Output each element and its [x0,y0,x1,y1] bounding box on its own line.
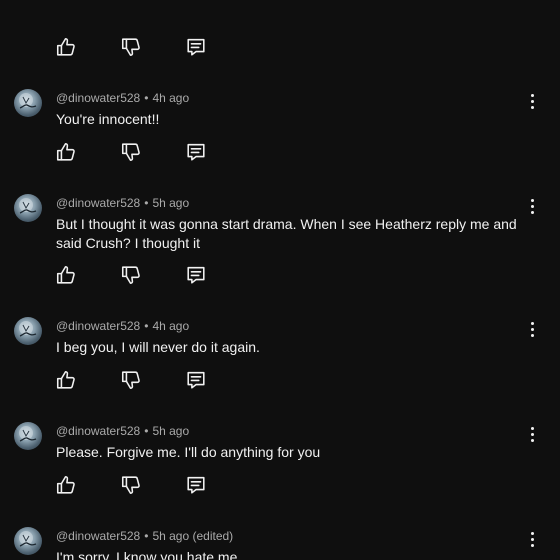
dislike-button[interactable] [119,140,143,164]
more-vert-icon [530,531,534,535]
avatar-image [19,426,37,442]
comment-text: You're innocent!! [56,111,160,127]
more-button[interactable] [524,424,540,444]
reply-button[interactable] [184,35,208,59]
comment-meta: @dinowater528 • 4h ago [56,91,189,105]
comment-text: I'm sorry. I know you hate me [56,549,238,560]
avatar[interactable] [14,527,42,555]
dislike-button[interactable] [119,368,143,392]
comment-actions [54,140,208,164]
dislike-icon [121,266,140,285]
comment-author[interactable]: @dinowater528 [56,529,140,543]
comment-time: 4h ago [152,319,190,333]
avatar[interactable] [14,89,42,117]
avatar[interactable] [14,194,42,222]
more-vert-icon [530,99,534,103]
comment-text: But I thought it was gonna start drama. … [56,216,517,251]
like-button[interactable] [54,140,78,164]
more-vert-icon [530,93,534,97]
reply-button[interactable] [184,263,208,287]
more-vert-icon [530,438,534,442]
comments-page: @dinowater528 • 4h ago You're innocent!! @… [0,0,560,560]
comment-time: 4h ago [152,91,190,105]
comment-meta: @dinowater528 • 5h ago [56,196,189,210]
reply-icon [187,38,205,56]
reply-button[interactable] [184,368,208,392]
avatar-image [19,93,37,109]
comment-meta: @dinowater528 • 5h ago (edited) [56,529,233,543]
meta-separator: • [144,91,149,105]
more-vert-icon [530,105,534,109]
more-vert-icon [530,321,534,325]
comment-author[interactable]: @dinowater528 [56,91,140,105]
comment-actions [54,263,208,287]
reply-icon [187,266,205,284]
more-vert-icon [530,333,534,337]
dislike-button[interactable] [119,35,143,59]
meta-separator: • [144,529,149,543]
avatar[interactable] [14,317,42,345]
like-button[interactable] [54,368,78,392]
reply-icon [187,371,205,389]
like-icon [56,370,75,389]
like-button[interactable] [54,473,78,497]
more-vert-icon [530,327,534,331]
like-icon [56,475,75,494]
comment-meta: @dinowater528 • 4h ago [56,319,189,333]
more-vert-icon [530,432,534,436]
more-vert-icon [530,543,534,547]
avatar-image [19,321,37,337]
more-vert-icon [530,537,534,541]
dislike-icon [121,476,140,495]
more-button[interactable] [524,529,540,549]
meta-separator: • [144,424,149,438]
dislike-button[interactable] [119,473,143,497]
dislike-button[interactable] [119,263,143,287]
comment-text: I beg you, I will never do it again. [56,339,260,355]
comment-text: Please. Forgive me. I'll do anything for… [56,444,321,460]
comment-meta: @dinowater528 • 5h ago [56,424,189,438]
like-icon [56,265,75,284]
more-button[interactable] [524,91,540,111]
comment-time: 5h ago [152,424,190,438]
reply-icon [187,143,205,161]
reply-button[interactable] [184,140,208,164]
comment-actions [54,368,208,392]
dislike-icon [121,143,140,162]
avatar-image [19,531,37,547]
dislike-icon [121,371,140,390]
meta-separator: • [144,196,149,210]
like-button[interactable] [54,263,78,287]
more-vert-icon [530,210,534,214]
comment-author[interactable]: @dinowater528 [56,319,140,333]
comment-author[interactable]: @dinowater528 [56,424,140,438]
comment-actions [54,473,208,497]
like-icon [56,37,75,56]
like-icon [56,142,75,161]
more-button[interactable] [524,196,540,216]
comment-time: 5h ago (edited) [152,529,234,543]
like-button[interactable] [54,35,78,59]
dislike-icon [121,38,140,57]
more-vert-icon [530,198,534,202]
avatar[interactable] [14,422,42,450]
comment-actions [54,35,208,59]
meta-separator: • [144,319,149,333]
reply-icon [187,476,205,494]
more-vert-icon [530,204,534,208]
comment-author[interactable]: @dinowater528 [56,196,140,210]
comment-time: 5h ago [152,196,190,210]
reply-button[interactable] [184,473,208,497]
avatar-image [19,198,37,214]
more-button[interactable] [524,319,540,339]
more-vert-icon [530,426,534,430]
